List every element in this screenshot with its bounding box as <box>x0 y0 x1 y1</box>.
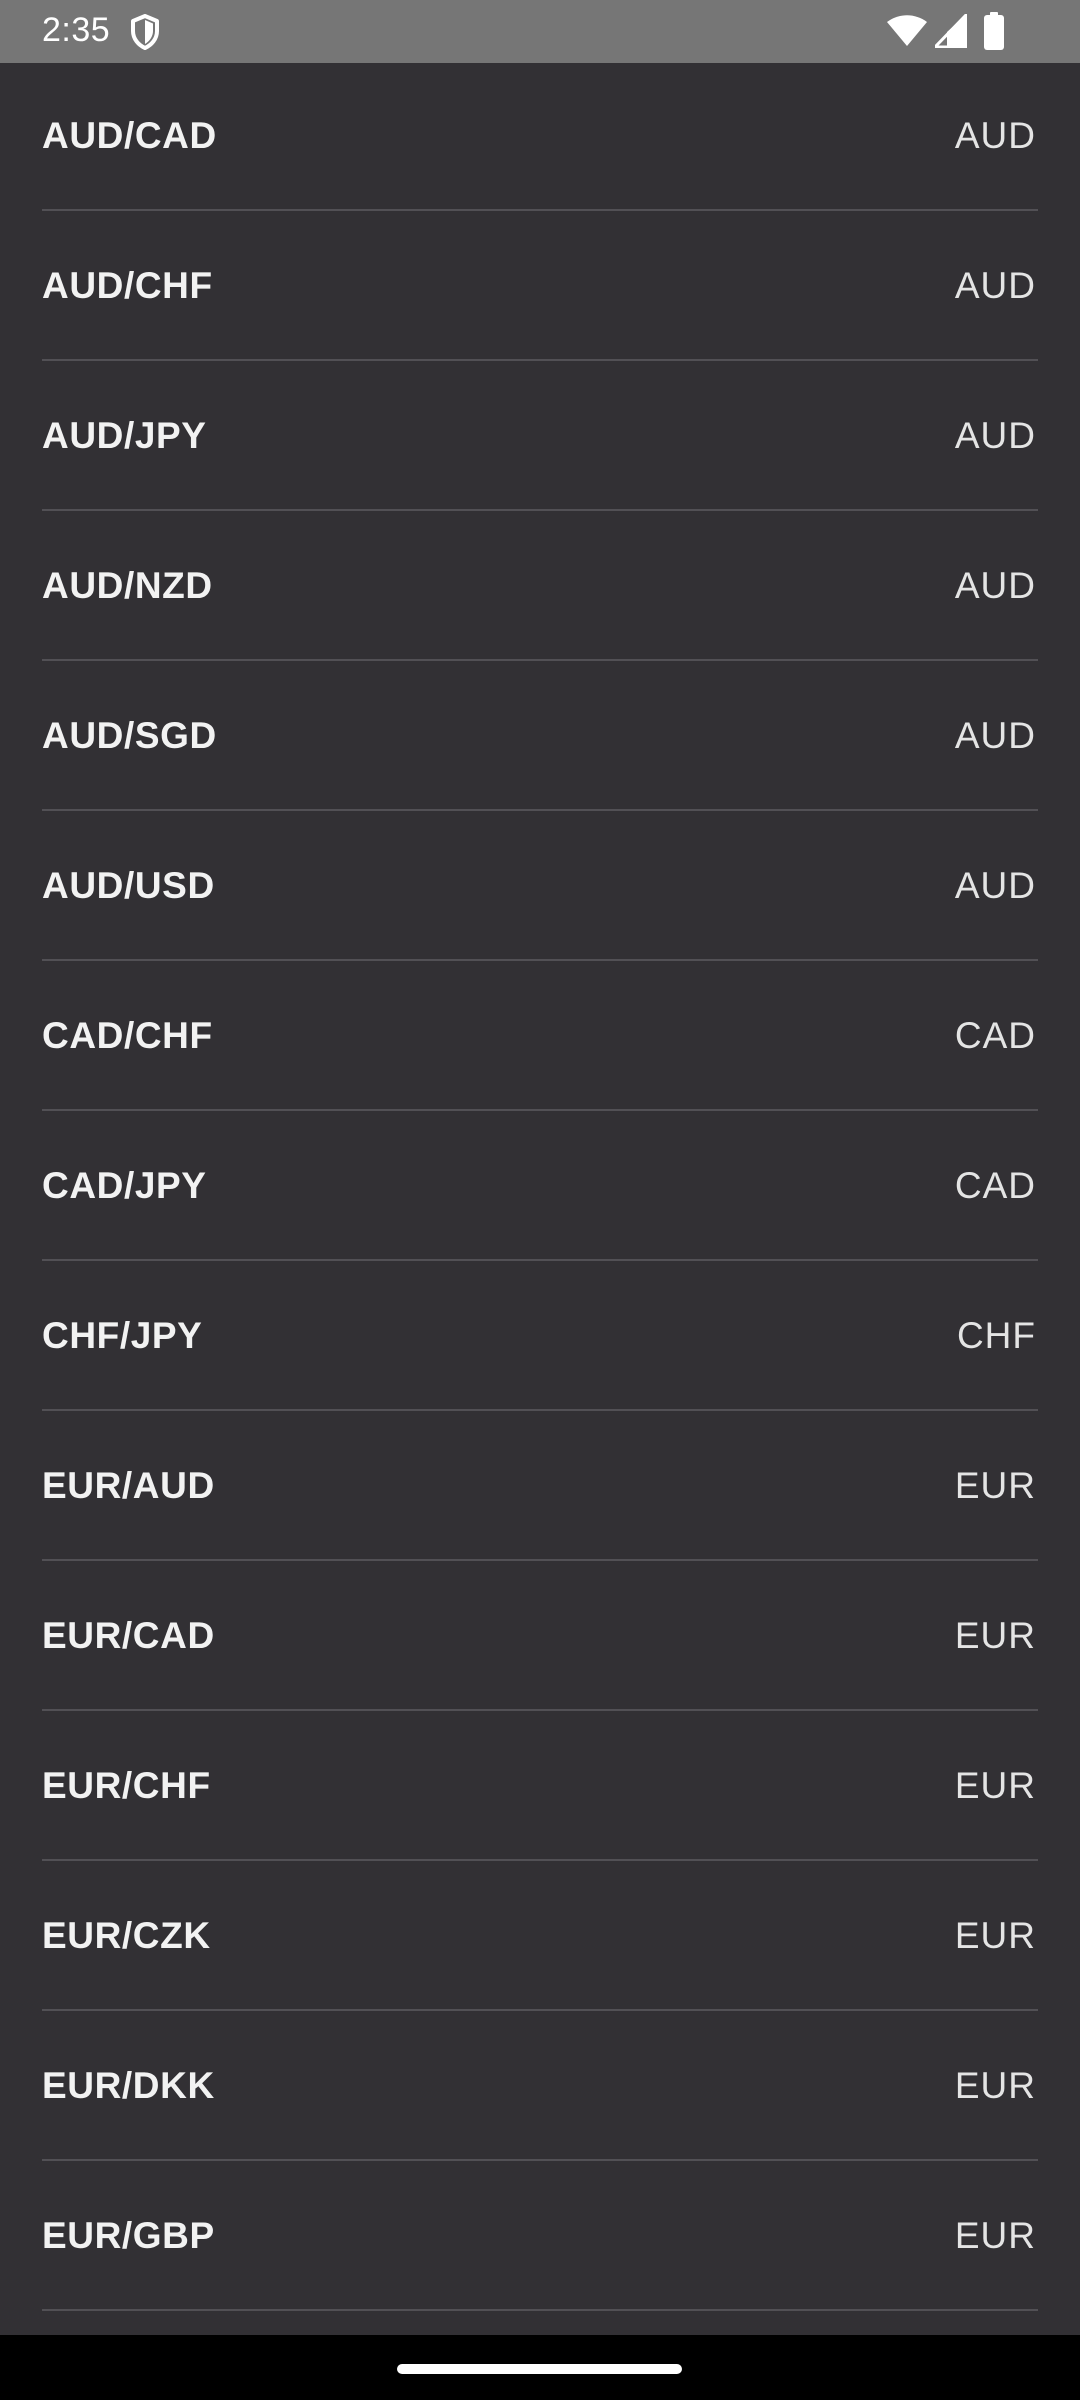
wifi-icon <box>887 15 927 46</box>
row-divider <box>42 809 1038 811</box>
pair-base-currency: AUD <box>954 865 1036 906</box>
pair-symbol: EUR/DKK <box>42 2065 215 2106</box>
pair-row-aud-chf[interactable]: AUD/CHF AUD <box>0 213 1080 363</box>
row-divider <box>42 1259 1038 1261</box>
pair-row-aud-jpy[interactable]: AUD/JPY AUD <box>0 363 1080 513</box>
row-divider <box>42 509 1038 511</box>
pair-base-currency: CAD <box>954 1015 1036 1056</box>
currency-pair-list[interactable]: AUD/CAD AUD AUD/CHF AUD AUD/JPY AUD AUD/NZD AUD… <box>0 63 1080 2335</box>
pair-base-currency: EUR <box>954 1765 1036 1806</box>
pair-row-aud-nzd[interactable]: AUD/NZD AUD <box>0 513 1080 663</box>
pair-base-currency: CAD <box>954 1165 1036 1206</box>
pair-symbol: AUD/CAD <box>42 115 217 156</box>
home-gesture-handle[interactable] <box>397 2364 682 2374</box>
pair-symbol: AUD/SGD <box>42 715 217 756</box>
pair-row-eur-aud[interactable]: EUR/AUD EUR <box>0 1413 1080 1563</box>
status-bar: 2:35 <box>0 0 1080 63</box>
pair-row-cad-jpy[interactable]: CAD/JPY CAD <box>0 1113 1080 1263</box>
pair-row-cad-chf[interactable]: CAD/CHF CAD <box>0 963 1080 1113</box>
pair-symbol: AUD/USD <box>42 865 215 906</box>
pair-base-currency: EUR <box>954 1915 1036 1956</box>
row-divider <box>42 1559 1038 1561</box>
signal-icon <box>935 14 967 48</box>
pair-symbol: EUR/CZK <box>42 1915 211 1956</box>
battery-icon <box>984 12 1004 50</box>
pair-base-currency: AUD <box>954 115 1036 156</box>
pair-symbol: AUD/JPY <box>42 415 207 456</box>
pair-base-currency: AUD <box>954 415 1036 456</box>
pair-symbol: AUD/NZD <box>42 565 213 606</box>
row-divider <box>42 2159 1038 2161</box>
row-divider <box>42 659 1038 661</box>
pair-row-eur-czk[interactable]: EUR/CZK EUR <box>0 1863 1080 2013</box>
pair-base-currency: CHF <box>956 1315 1036 1356</box>
row-divider <box>42 959 1038 961</box>
pair-row-aud-usd[interactable]: AUD/USD AUD <box>0 813 1080 963</box>
pair-symbol: CHF/JPY <box>42 1315 203 1356</box>
row-divider <box>42 1109 1038 1111</box>
pair-symbol: EUR/GBP <box>42 2215 215 2256</box>
pair-symbol: EUR/AUD <box>42 1465 215 1506</box>
pair-row-eur-dkk[interactable]: EUR/DKK EUR <box>0 2013 1080 2163</box>
row-divider <box>42 2309 1038 2311</box>
pair-base-currency: EUR <box>954 1465 1036 1506</box>
pair-base-currency: EUR <box>954 2215 1036 2256</box>
pair-base-currency: AUD <box>954 715 1036 756</box>
pair-symbol: CAD/JPY <box>42 1165 207 1206</box>
row-divider <box>42 2009 1038 2011</box>
pair-symbol: EUR/CAD <box>42 1615 215 1656</box>
pair-base-currency: AUD <box>954 265 1036 306</box>
row-divider <box>42 359 1038 361</box>
pair-symbol: EUR/CHF <box>42 1765 211 1806</box>
pair-row-aud-sgd[interactable]: AUD/SGD AUD <box>0 663 1080 813</box>
pair-row-chf-jpy[interactable]: CHF/JPY CHF <box>0 1263 1080 1413</box>
row-divider <box>42 209 1038 211</box>
pair-base-currency: AUD <box>954 565 1036 606</box>
pair-base-currency: EUR <box>954 2065 1036 2106</box>
row-divider <box>42 1859 1038 1861</box>
pair-row-eur-chf[interactable]: EUR/CHF EUR <box>0 1713 1080 1863</box>
pair-symbol: CAD/CHF <box>42 1015 213 1056</box>
pair-row-eur-gbp[interactable]: EUR/GBP EUR <box>0 2163 1080 2313</box>
pair-row-eur-cad[interactable]: EUR/CAD EUR <box>0 1563 1080 1713</box>
pair-base-currency: EUR <box>954 1615 1036 1656</box>
shield-icon <box>131 14 159 50</box>
row-divider <box>42 1409 1038 1411</box>
pair-symbol: AUD/CHF <box>42 265 213 306</box>
pair-row-aud-cad[interactable]: AUD/CAD AUD <box>0 63 1080 213</box>
status-time: 2:35 <box>42 11 111 49</box>
row-divider <box>42 1709 1038 1711</box>
